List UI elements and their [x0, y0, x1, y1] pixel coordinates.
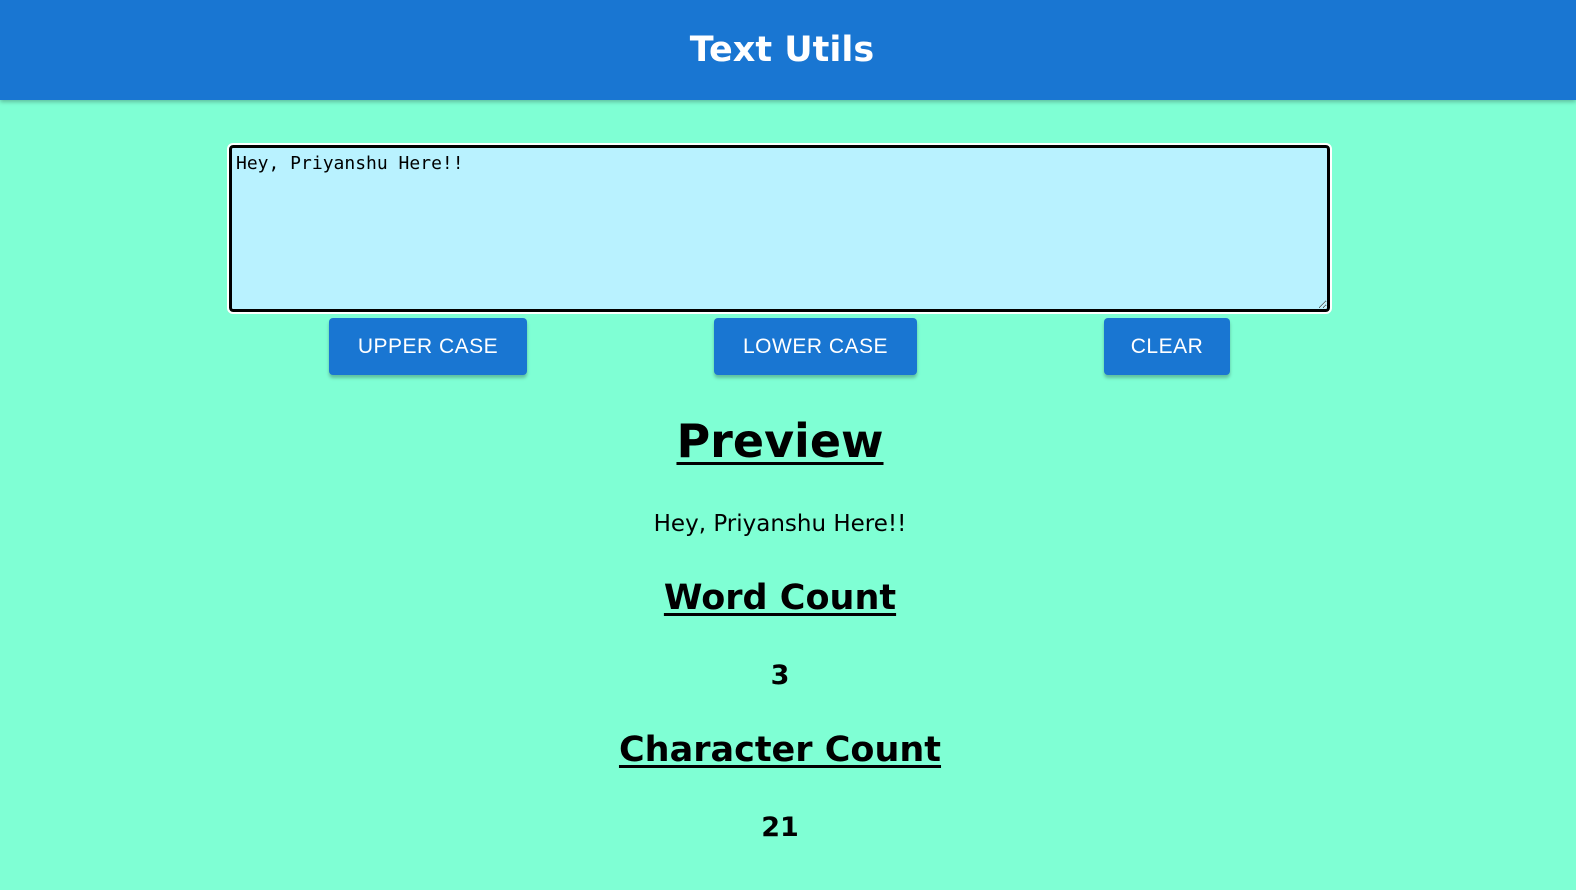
clear-button[interactable]: CLEAR: [1104, 318, 1230, 375]
app-title: Text Utils: [689, 30, 875, 70]
text-input[interactable]: [227, 143, 1332, 314]
word-count-heading: Word Count: [663, 578, 897, 618]
upper-case-button[interactable]: UPPER CASE: [329, 318, 527, 375]
lower-case-button[interactable]: LOWER CASE: [714, 318, 917, 375]
character-count-value: 21: [761, 812, 799, 843]
preview-heading: Preview: [676, 414, 884, 468]
app-header: Text Utils: [0, 0, 1576, 100]
word-count-value: 3: [770, 660, 790, 691]
preview-text: Hey, Priyanshu Here!!: [653, 511, 907, 537]
character-count-heading: Character Count: [618, 730, 942, 770]
